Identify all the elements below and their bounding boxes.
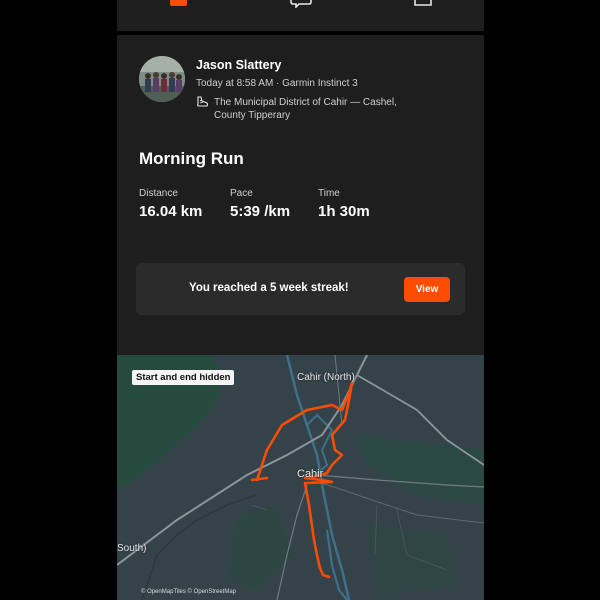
stat-label: Time [318,188,340,199]
activity-title[interactable]: Morning Run [139,149,244,169]
map-label-cahir: Cahir [297,468,324,480]
stat-label: Pace [230,188,253,199]
athlete-name[interactable]: Jason Slattery [196,58,281,72]
stat-pace: Pace 5:39 /km [230,188,290,220]
shoe-icon [197,96,209,107]
map-attribution[interactable]: © OpenMapTiles © OpenStreetMap [141,589,236,595]
streak-banner: You reached a 5 week streak! View [136,263,465,315]
stat-label: Distance [139,188,178,199]
activity-screen: Jason Slattery Today at 8:58 AM · Garmin… [117,0,484,600]
activity-card: Jason Slattery Today at 8:58 AM · Garmin… [117,35,484,355]
home-icon[interactable] [167,0,191,8]
map-label-south: South) [117,543,147,554]
map-label-cahir-north: Cahir (North) [297,372,355,383]
share-icon[interactable] [412,0,436,8]
avatar[interactable] [139,56,185,102]
streak-text: You reached a 5 week streak! [189,282,349,294]
action-bar [117,0,484,31]
stat-time: Time 1h 30m [318,188,370,220]
stat-value: 16.04 km [139,203,203,220]
stat-distance: Distance 16.04 km [139,188,202,220]
start-end-hidden-badge: Start and end hidden [132,370,235,385]
activity-meta: Today at 8:58 AM · Garmin Instinct 3 [196,78,358,89]
view-streak-button[interactable]: View [404,277,450,302]
stat-value: 5:39 /km [230,203,291,220]
stat-value: 1h 30m [318,203,370,220]
route-map[interactable]: Start and end hidden Cahir (North) Cahir… [117,355,484,600]
chat-icon[interactable] [289,0,313,8]
activity-location: The Municipal District of Cahir — Cashel… [214,97,397,121]
